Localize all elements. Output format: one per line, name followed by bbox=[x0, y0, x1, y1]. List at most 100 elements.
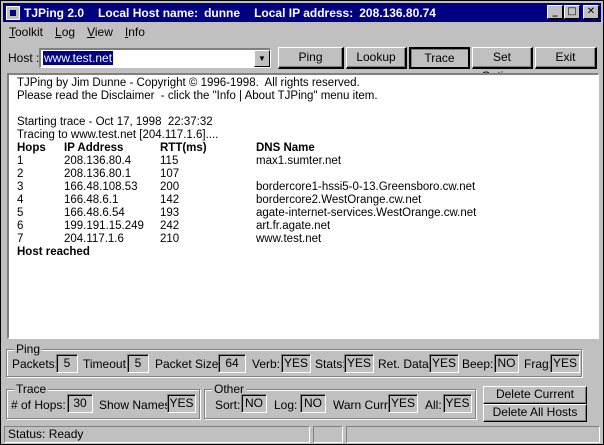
status-pane-3 bbox=[346, 426, 600, 443]
exit-button[interactable]: Exit bbox=[535, 47, 597, 69]
table-row: 5 166.48.6.54 193 agate-internet-service… bbox=[17, 207, 590, 220]
hops-field[interactable]: 30 bbox=[67, 394, 93, 413]
status-pane-2 bbox=[313, 426, 343, 443]
show-names-field[interactable]: YES bbox=[167, 394, 196, 413]
packets-label: Packets: bbox=[12, 357, 59, 371]
ret-data-field[interactable]: YES bbox=[429, 354, 459, 373]
tjping-window: TJPing 2.0 Local Host name: dunne Local … bbox=[0, 0, 604, 445]
header-ip: IP Address bbox=[64, 142, 124, 154]
trace-target-line: Tracing to www.test.net [204.117.1.6]...… bbox=[17, 129, 219, 141]
dns-cell: www.test.net bbox=[256, 233, 322, 245]
app-title: TJPing 2.0 bbox=[24, 5, 85, 20]
chevron-down-icon[interactable]: ▼ bbox=[254, 50, 270, 67]
menu-toolkit[interactable]: Toolkit bbox=[3, 25, 49, 39]
all-field[interactable]: YES bbox=[443, 394, 472, 413]
verb-label: Verb: bbox=[252, 357, 281, 371]
log-field[interactable]: NO bbox=[300, 394, 326, 413]
dns-cell bbox=[256, 168, 590, 181]
local-host-label: Local Host name: bbox=[98, 5, 199, 20]
rtt-cell: 115 bbox=[160, 155, 179, 167]
ip-cell: 199.191.15.249 bbox=[64, 220, 144, 232]
table-row: 7 204.117.1.6 210 www.test.net bbox=[17, 233, 590, 246]
hop-cell: 1 bbox=[17, 155, 24, 167]
rtt-cell: 210 bbox=[160, 233, 180, 245]
hop-cell: 6 bbox=[17, 220, 24, 232]
packets-field[interactable]: 5 bbox=[56, 354, 78, 373]
timeout-label: Timeout: bbox=[83, 357, 130, 371]
menu-log[interactable]: Log bbox=[49, 25, 81, 39]
beep-label: Beep: bbox=[462, 357, 494, 371]
menu-info[interactable]: Info bbox=[119, 25, 151, 39]
copyright-line: TJPing by Jim Dunne - Copyright © 1996-1… bbox=[17, 77, 360, 89]
minimize-button[interactable]: _ bbox=[547, 5, 563, 19]
trace-start-line: Starting trace - Oct 17, 1998 22:37:32 bbox=[17, 116, 213, 128]
stats-label: Stats: bbox=[315, 357, 346, 371]
table-row: 2 208.136.80.1 107 bbox=[17, 168, 590, 181]
local-ip-label: Local IP address: bbox=[254, 5, 354, 20]
rtt-cell: 242 bbox=[160, 220, 180, 232]
rtt-cell: 107 bbox=[160, 168, 180, 180]
hop-cell: 7 bbox=[17, 233, 24, 245]
trace-header-row: Hops IP Address RTT(ms) DNS Name bbox=[17, 142, 590, 155]
verb-field[interactable]: YES bbox=[281, 354, 311, 373]
beep-field[interactable]: NO bbox=[494, 354, 519, 373]
disclaimer-line: Please read the Disclaimer - click the "… bbox=[17, 90, 378, 102]
ip-cell: 208.136.80.4 bbox=[64, 155, 132, 167]
set-options-button[interactable]: Set Options bbox=[472, 47, 533, 83]
output-log[interactable]: TJPing by Jim Dunne - Copyright © 1996-1… bbox=[7, 73, 599, 339]
maximize-button[interactable]: □ bbox=[564, 5, 580, 19]
timeout-field[interactable]: 5 bbox=[127, 354, 149, 373]
hops-label: # of Hops: bbox=[11, 398, 66, 412]
host-combobox[interactable]: www.test.net ▼ bbox=[39, 48, 271, 68]
header-hops: Hops bbox=[17, 142, 46, 154]
local-host-name: dunne bbox=[204, 5, 241, 20]
menu-bar: Toolkit Log View Info bbox=[3, 23, 151, 41]
close-button[interactable]: ✕ bbox=[583, 5, 599, 19]
table-row: 1 208.136.80.4 115 max1.sumter.net bbox=[17, 155, 590, 168]
ip-cell: 166.48.108.53 bbox=[64, 181, 138, 193]
rtt-cell: 142 bbox=[160, 194, 180, 206]
status-text: Status: Ready bbox=[4, 426, 310, 443]
ping-group-title: Ping bbox=[14, 342, 43, 356]
host-input-value[interactable]: www.test.net bbox=[43, 51, 114, 65]
menu-view[interactable]: View bbox=[81, 25, 119, 39]
table-row: 6 199.191.15.249 242 art.fr.agate.net bbox=[17, 220, 590, 233]
hop-cell: 5 bbox=[17, 207, 24, 219]
sort-label: Sort: bbox=[215, 398, 241, 412]
packet-size-field[interactable]: 64 bbox=[218, 354, 246, 373]
ip-cell: 204.117.1.6 bbox=[64, 233, 124, 245]
dns-cell: art.fr.agate.net bbox=[256, 220, 331, 232]
ret-data-label: Ret. Data: bbox=[378, 357, 433, 371]
dns-cell: bordercore2.WestOrange.cw.net bbox=[256, 194, 422, 206]
stats-field[interactable]: YES bbox=[344, 354, 374, 373]
app-icon[interactable] bbox=[6, 5, 20, 20]
local-ip-address: 208.136.80.74 bbox=[359, 5, 436, 20]
lookup-button[interactable]: Lookup bbox=[346, 47, 407, 69]
rtt-cell: 193 bbox=[160, 207, 180, 219]
ping-button[interactable]: Ping bbox=[278, 47, 344, 69]
packet-size-label: Packet Size: bbox=[155, 357, 222, 371]
hop-cell: 3 bbox=[17, 181, 24, 193]
log-label: Log: bbox=[274, 398, 298, 412]
frag-label: Frag: bbox=[524, 357, 553, 371]
delete-current-host-button[interactable]: Delete Current Host bbox=[483, 386, 587, 416]
frag-field[interactable]: YES bbox=[550, 354, 580, 373]
header-rtt: RTT(ms) bbox=[160, 142, 207, 154]
hop-cell: 2 bbox=[17, 168, 24, 180]
dns-cell: max1.sumter.net bbox=[256, 155, 342, 167]
host-reached-line: Host reached bbox=[17, 246, 90, 258]
host-label: Host : bbox=[8, 51, 40, 65]
hop-cell: 4 bbox=[17, 194, 24, 206]
trace-button[interactable]: Trace bbox=[409, 47, 470, 69]
rtt-cell: 200 bbox=[160, 181, 180, 193]
warn-curr-label: Warn Curr: bbox=[333, 398, 392, 412]
title-bar[interactable]: TJPing 2.0 Local Host name: dunne Local … bbox=[3, 3, 601, 22]
ip-cell: 208.136.80.1 bbox=[64, 168, 132, 180]
sort-field[interactable]: NO bbox=[241, 394, 267, 413]
all-label: All: bbox=[425, 398, 442, 412]
warn-curr-field[interactable]: YES bbox=[388, 394, 418, 413]
header-dns: DNS Name bbox=[256, 142, 315, 154]
dns-cell: agate-internet-services.WestOrange.cw.ne… bbox=[256, 207, 477, 219]
delete-all-hosts-button[interactable]: Delete All Hosts bbox=[483, 404, 587, 422]
ip-cell: 166.48.6.54 bbox=[64, 207, 125, 219]
